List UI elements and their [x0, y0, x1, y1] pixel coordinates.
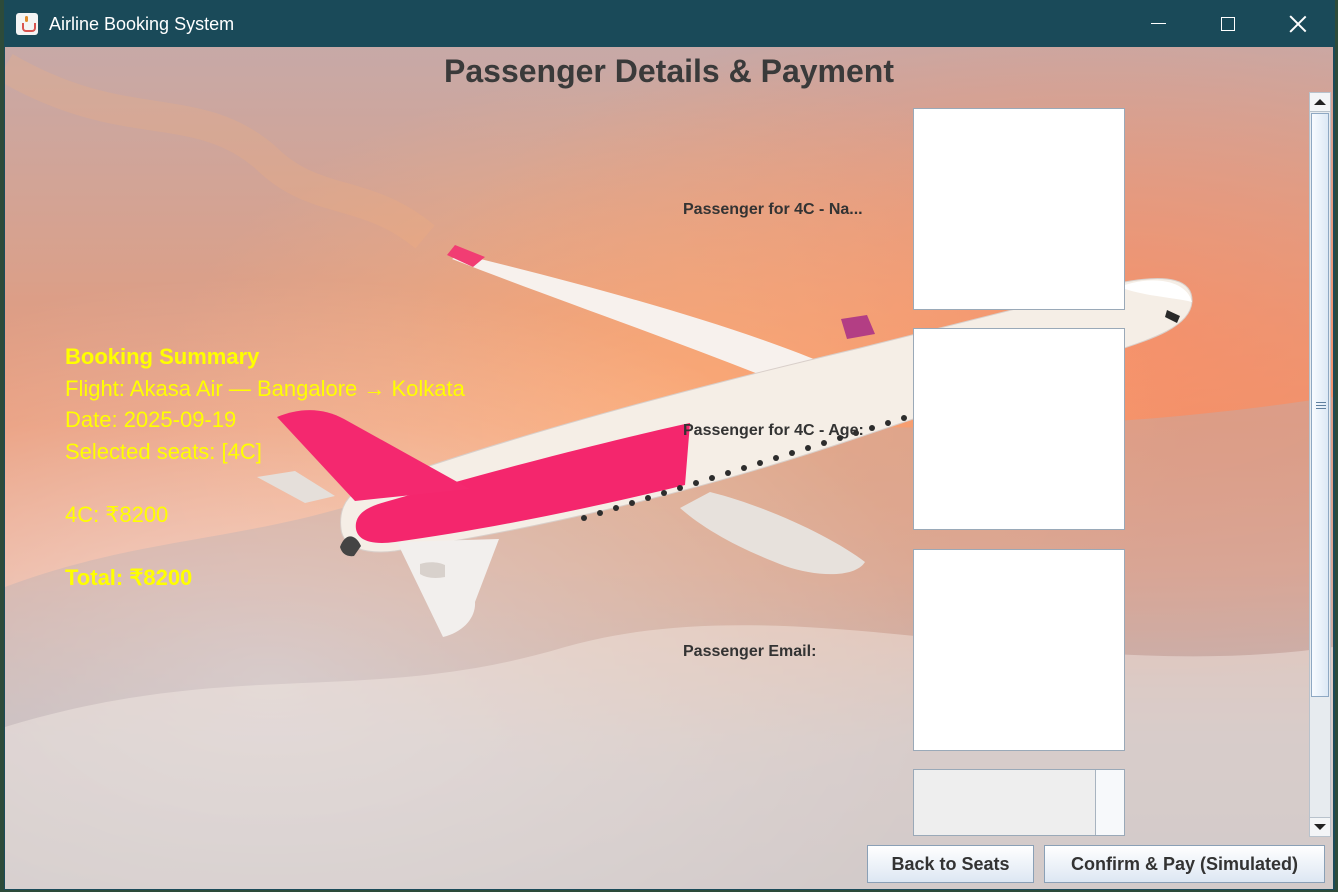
window-title: Airline Booking System	[49, 14, 235, 34]
maximize-icon	[1221, 16, 1235, 31]
arrow-up-icon	[1314, 99, 1326, 105]
close-icon	[1289, 15, 1307, 33]
summary-spacer	[65, 530, 465, 562]
flight-info: Flight: Akasa Air — Bangalore → Kolkata	[65, 375, 465, 401]
confirm-pay-button[interactable]: Confirm & Pay (Simulated)	[1044, 845, 1325, 883]
arrow-down-icon	[1314, 824, 1326, 830]
java-coffee-icon	[16, 13, 38, 35]
maximize-button[interactable]	[1194, 0, 1262, 47]
page-title: Passenger Details & Payment	[444, 53, 894, 89]
scrollbar-thumb[interactable]	[1311, 113, 1329, 697]
scroll-up-button[interactable]	[1310, 93, 1330, 112]
booking-panel: Passenger Details & Payment Booking Summ…	[5, 47, 1333, 889]
seat-price: 4C: ₹8200	[65, 501, 169, 527]
additional-dropdown[interactable]	[913, 769, 1125, 836]
passenger-name-label: Passenger for 4C - Na...	[683, 201, 863, 218]
scroll-down-button[interactable]	[1310, 817, 1330, 836]
selected-seats: Selected seats: [4C]	[65, 438, 262, 464]
flight-date: Date: 2025-09-19	[65, 407, 237, 432]
summary-heading: Booking Summary	[65, 344, 260, 369]
close-button[interactable]	[1264, 0, 1332, 47]
dropdown-arrow-button[interactable]	[1095, 770, 1124, 835]
total-price: Total: ₹8200	[65, 564, 193, 590]
passenger-age-field[interactable]	[913, 328, 1125, 530]
passenger-email-label: Passenger Email:	[683, 643, 817, 660]
back-to-seats-button[interactable]: Back to Seats	[867, 845, 1034, 883]
passenger-email-field[interactable]	[913, 549, 1125, 751]
app-window: Airline Booking System Passenger Details…	[4, 0, 1335, 890]
title-bar[interactable]: Airline Booking System	[4, 0, 1335, 47]
passenger-name-field[interactable]	[913, 108, 1125, 310]
minimize-icon	[1150, 23, 1166, 24]
grip-icon	[1316, 402, 1326, 411]
vertical-scrollbar[interactable]	[1309, 92, 1331, 837]
summary-spacer	[65, 467, 465, 499]
minimize-button[interactable]	[1124, 0, 1192, 47]
passenger-age-label: Passenger for 4C - Age:	[683, 422, 864, 439]
booking-summary: Booking Summary Flight: Akasa Air — Bang…	[65, 341, 465, 593]
